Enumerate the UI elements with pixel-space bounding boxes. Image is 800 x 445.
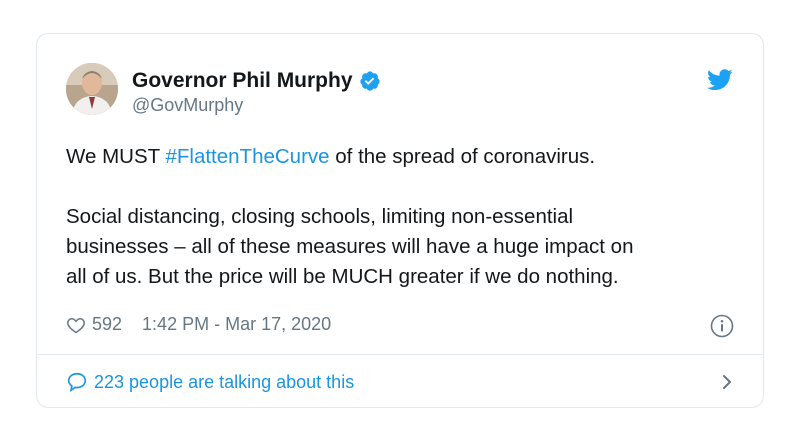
tweet-meta: 592 1:42 PM - Mar 17, 2020 bbox=[66, 314, 331, 335]
tweet-card[interactable]: Governor Phil Murphy @GovMurphy We MUST … bbox=[36, 33, 764, 408]
tweet-text-segment: of the spread of coronavirus. bbox=[329, 145, 596, 168]
chevron-right-icon[interactable] bbox=[720, 373, 734, 391]
tweet-text-line: all of us. But the price will be MUCH gr… bbox=[66, 265, 619, 288]
avatar[interactable] bbox=[66, 63, 118, 115]
author-display-name[interactable]: Governor Phil Murphy bbox=[132, 69, 353, 93]
tweet-text-line: businesses – all of these measures will … bbox=[66, 235, 634, 258]
hashtag-link[interactable]: #FlattenTheCurve bbox=[165, 145, 329, 168]
author-handle[interactable]: @GovMurphy bbox=[132, 95, 243, 116]
tweet-text: We MUST #FlattenTheCurve of the spread o… bbox=[66, 142, 746, 292]
tweet-text-line: We MUST #FlattenTheCurve of the spread o… bbox=[66, 142, 746, 172]
conversation-link[interactable]: 223 people are talking about this bbox=[66, 355, 734, 409]
heart-icon[interactable] bbox=[66, 315, 86, 335]
tweet-text-line: Social distancing, closing schools, limi… bbox=[66, 205, 574, 228]
verified-badge-icon bbox=[359, 71, 380, 91]
tweet-text-segment: We MUST bbox=[66, 145, 166, 168]
tweet-timestamp[interactable]: 1:42 PM - Mar 17, 2020 bbox=[142, 314, 331, 335]
twitter-bird-icon[interactable] bbox=[707, 69, 733, 91]
author-name-row: Governor Phil Murphy bbox=[132, 67, 381, 95]
like-count[interactable]: 592 bbox=[92, 314, 122, 335]
info-icon[interactable] bbox=[710, 314, 734, 338]
conversation-label[interactable]: 223 people are talking about this bbox=[94, 372, 720, 393]
speech-bubble-icon bbox=[67, 372, 87, 393]
